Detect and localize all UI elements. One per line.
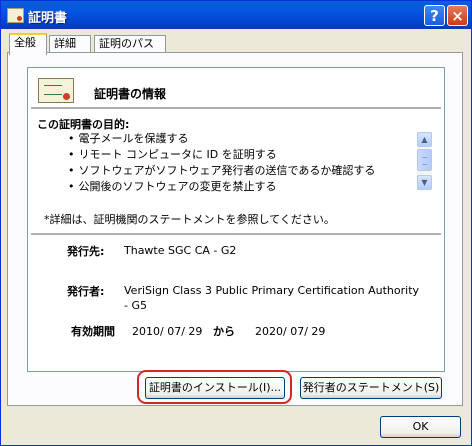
scroll-down-icon[interactable]: ▼ bbox=[417, 175, 432, 190]
issued-by-value: VeriSign Class 3 Public Primary Certific… bbox=[124, 284, 420, 297]
purpose-item: 電子メールを保護する bbox=[68, 131, 375, 147]
close-button[interactable]: × bbox=[447, 5, 468, 26]
purpose-scrollbar[interactable]: ▲ ▼ bbox=[417, 132, 432, 190]
purpose-item: リモート コンピュータに ID を証明する bbox=[68, 147, 375, 163]
general-tab-panel: 証明書の情報 この証明書の目的: 電子メールを保護する リモート コンピュータに… bbox=[7, 52, 463, 406]
validity-to-word: から bbox=[213, 325, 235, 338]
divider bbox=[31, 233, 441, 235]
help-button[interactable]: ? bbox=[424, 5, 445, 26]
install-certificate-button[interactable]: 証明書のインストール(I)... bbox=[145, 377, 285, 399]
valid-from-date: 2010/ 07/ 29 bbox=[132, 325, 203, 338]
title-bar: 証明書 ? × bbox=[1, 1, 471, 29]
scroll-up-icon[interactable]: ▲ bbox=[417, 132, 432, 147]
divider bbox=[31, 107, 441, 109]
purpose-item: 公開後のソフトウェアの変更を禁止する bbox=[68, 179, 375, 195]
certificate-info-heading: 証明書の情報 bbox=[94, 87, 167, 101]
window-title: 証明書 bbox=[28, 11, 68, 26]
issuer-statement-button[interactable]: 発行者のステートメント(S) bbox=[300, 377, 442, 399]
issued-to-label: 発行先: bbox=[67, 245, 105, 258]
tab-certification-path[interactable]: 証明のパス bbox=[94, 35, 166, 53]
issued-to-value: Thawte SGC CA - G2 bbox=[124, 244, 237, 257]
scroll-thumb[interactable] bbox=[417, 149, 432, 171]
tab-general[interactable]: 全般 bbox=[9, 33, 47, 55]
certificate-icon bbox=[7, 8, 24, 23]
certificate-window: 証明書 ? × 全般 詳細 証明のパス 証明書の情報 この証明書の目的: 電子メ… bbox=[0, 0, 472, 446]
certificate-icon bbox=[38, 78, 74, 103]
validity-label: 有効期間 bbox=[71, 325, 115, 338]
ok-button[interactable]: OK bbox=[380, 416, 461, 438]
issued-by-label: 発行者: bbox=[67, 285, 105, 298]
certificate-info-box: 証明書の情報 この証明書の目的: 電子メールを保護する リモート コンピュータに… bbox=[27, 67, 445, 372]
valid-to-date: 2020/ 07/ 29 bbox=[255, 325, 326, 338]
tab-details[interactable]: 詳細 bbox=[49, 35, 91, 53]
issued-by-value-continued: - G5 bbox=[124, 299, 147, 312]
purpose-list: 電子メールを保護する リモート コンピュータに ID を証明する ソフトウェアが… bbox=[68, 131, 376, 195]
details-note: *詳細は、証明機関のステートメントを参照してください。 bbox=[44, 213, 335, 226]
purpose-heading: この証明書の目的: bbox=[37, 118, 130, 131]
purpose-item: ソフトウェアがソフトウェア発行者の送信であるか確認する bbox=[68, 163, 376, 179]
